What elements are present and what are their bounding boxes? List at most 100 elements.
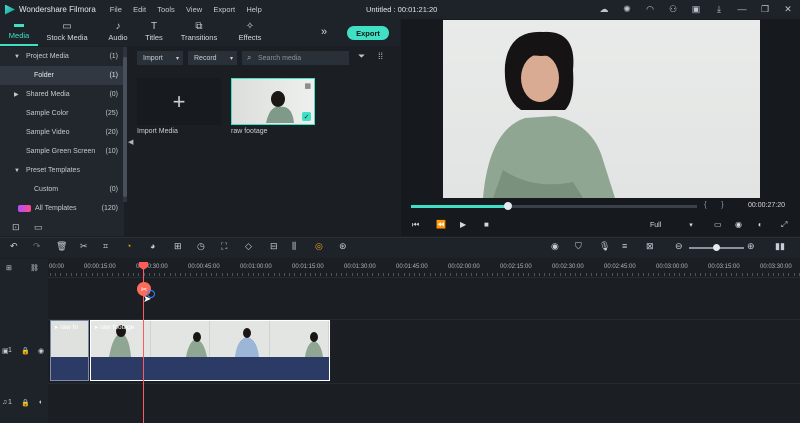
frame-back-icon[interactable]: ⏪: [436, 220, 446, 229]
video-preview: [443, 20, 760, 198]
menu-export[interactable]: Export: [213, 5, 235, 14]
close-icon[interactable]: ✕: [782, 3, 794, 15]
timeline-clip[interactable]: ▸ raw fo: [50, 320, 89, 381]
tab-titles[interactable]: T Titles: [140, 19, 168, 46]
timeline-ruler[interactable]: 00:00 00:00:15:00 00:00:30:00 00:00:45:00 00…: [48, 259, 800, 277]
lightbulb-icon[interactable]: ✺: [621, 3, 633, 15]
collapse-sidebar-icon[interactable]: ◀: [128, 138, 133, 146]
crop-icon[interactable]: ⌗: [103, 241, 108, 252]
grid-view-icon[interactable]: ⁞⁞: [378, 51, 383, 61]
menu-view[interactable]: View: [186, 5, 202, 14]
download-icon[interactable]: ⤓: [713, 3, 725, 15]
save-icon[interactable]: ▣: [690, 3, 702, 15]
sidebar-item-sample-color[interactable]: Sample Color (25): [0, 104, 124, 123]
color-icon[interactable]: ◕: [150, 241, 155, 251]
text-to-speech-icon[interactable]: ⊛: [339, 241, 347, 252]
tab-effects[interactable]: ✧ Effects: [230, 19, 270, 46]
voiceover-icon[interactable]: ≡: [622, 241, 627, 251]
quality-dropdown[interactable]: Full ▾: [650, 219, 698, 231]
link-icon[interactable]: ⛓: [30, 264, 39, 272]
sidebar-item-preset-templates[interactable]: ▼ Preset Templates: [0, 161, 124, 180]
folder-icon[interactable]: ▭: [34, 222, 43, 233]
ruler-minor-tick: [315, 273, 317, 276]
account-icon[interactable]: ⚇: [667, 3, 679, 15]
duration-icon[interactable]: ◷: [197, 241, 205, 252]
expand-caret-icon[interactable]: ▼: [14, 54, 20, 60]
tab-effects-label: Effects: [238, 33, 262, 42]
add-track-menu-icon[interactable]: ⊞: [6, 264, 12, 272]
play-icon[interactable]: ▶: [460, 220, 466, 229]
green-screen-icon[interactable]: ⊞: [174, 241, 182, 252]
pause-bars-icon[interactable]: ▮▮: [775, 241, 785, 252]
import-dropdown[interactable]: Import ▾: [137, 51, 183, 65]
lock-icon[interactable]: 🔒: [21, 347, 30, 355]
ruler-minor-tick: [512, 273, 514, 276]
fullscreen-icon[interactable]: ⤢: [781, 220, 787, 230]
menu-file[interactable]: File: [110, 5, 122, 14]
stop-icon[interactable]: ■: [484, 220, 489, 229]
monitor-icon[interactable]: ▭: [714, 220, 722, 229]
sidebar-item-folder[interactable]: Folder (1): [0, 66, 124, 85]
ruler-minor-tick: [481, 273, 483, 276]
menu-edit[interactable]: Edit: [133, 5, 146, 14]
undo-icon[interactable]: ↶: [10, 241, 18, 252]
menu-tools[interactable]: Tools: [157, 5, 175, 14]
record-dropdown[interactable]: Record ▾: [188, 51, 237, 65]
new-folder-icon[interactable]: ⊡: [12, 222, 20, 233]
minimize-icon[interactable]: —: [736, 3, 748, 15]
export-button[interactable]: Export: [347, 26, 389, 40]
zoom-out-icon[interactable]: ⊖: [675, 241, 683, 252]
mark-in-icon[interactable]: {: [704, 200, 707, 209]
sidebar-item-sample-green-screen[interactable]: Sample Green Screen (10): [0, 142, 124, 161]
sidebar-item-custom[interactable]: Custom (0): [0, 180, 124, 199]
playback-scrubber-handle[interactable]: [504, 202, 512, 210]
step-back-icon[interactable]: ⏮: [412, 220, 419, 230]
tab-audio[interactable]: ♪ Audio: [96, 19, 140, 46]
lock-icon[interactable]: 🔒: [21, 399, 30, 407]
mark-out-icon[interactable]: }: [721, 200, 724, 209]
sidebar-item-all-templates[interactable]: All Templates (120): [0, 199, 124, 218]
raw-footage-thumbnail[interactable]: ▦ ✓: [231, 78, 315, 125]
ai-icon[interactable]: ◎: [315, 241, 323, 252]
keyframe-icon[interactable]: ◇: [245, 241, 252, 252]
import-media-tile[interactable]: +: [137, 78, 221, 125]
marker-icon[interactable]: ⛉: [575, 241, 582, 252]
zoom-slider-handle[interactable]: [713, 244, 720, 251]
redo-icon[interactable]: ↷: [33, 241, 41, 252]
headset-icon[interactable]: ◠: [644, 3, 656, 15]
sidebar-item-project-media[interactable]: ▼ Project Media (1): [0, 47, 124, 66]
timeline-clip-selected[interactable]: ▸ raw footage: [90, 320, 330, 381]
tab-stock-media[interactable]: ▭ Stock Media: [38, 19, 96, 46]
delete-icon[interactable]: 🗑: [56, 241, 67, 252]
double-chevron-right-icon[interactable]: »: [321, 26, 327, 38]
volume-icon[interactable]: ◖: [757, 220, 762, 229]
ruler-minor-tick: [611, 273, 613, 276]
audio-mixer-icon[interactable]: ⫼: [292, 241, 296, 252]
menu-help[interactable]: Help: [246, 5, 261, 14]
tab-transitions[interactable]: ⧉ Transitions: [168, 19, 230, 46]
scissors-icon[interactable]: ✂: [80, 241, 88, 252]
ruler-minor-tick: [492, 273, 493, 276]
add-track-icon[interactable]: ⊠: [646, 241, 654, 252]
search-input[interactable]: ⌕ Search media: [242, 51, 349, 65]
sidebar-scroll-thumb[interactable]: [123, 57, 127, 197]
eye-icon[interactable]: ◉: [38, 347, 44, 355]
sidebar-item-shared-media[interactable]: ▶ Shared Media (0): [0, 85, 124, 104]
zoom-in-icon[interactable]: ⊕: [747, 241, 755, 252]
filter-icon[interactable]: ⏷: [358, 51, 365, 62]
cloud-icon[interactable]: ☁: [598, 3, 610, 15]
speed-icon[interactable]: ◔: [126, 241, 131, 251]
render-icon[interactable]: ◉: [551, 241, 559, 252]
expand-caret-icon[interactable]: ▼: [14, 168, 20, 174]
snapshot-camera-icon[interactable]: ◉: [735, 220, 742, 229]
fit-icon[interactable]: ⛶: [221, 241, 227, 252]
speaker-icon[interactable]: ◖: [38, 399, 42, 406]
search-placeholder: Search media: [258, 54, 302, 62]
sidebar-item-sample-video[interactable]: Sample Video (20): [0, 123, 124, 142]
microphone-icon[interactable]: 🎙: [599, 241, 610, 252]
collapsed-caret-icon[interactable]: ▶: [14, 91, 19, 98]
maximize-icon[interactable]: ❐: [759, 3, 771, 15]
adjust-icon[interactable]: ⊟: [270, 241, 278, 252]
tab-media[interactable]: ▬ Media: [0, 19, 38, 46]
ruler-minor-tick: [258, 273, 259, 276]
